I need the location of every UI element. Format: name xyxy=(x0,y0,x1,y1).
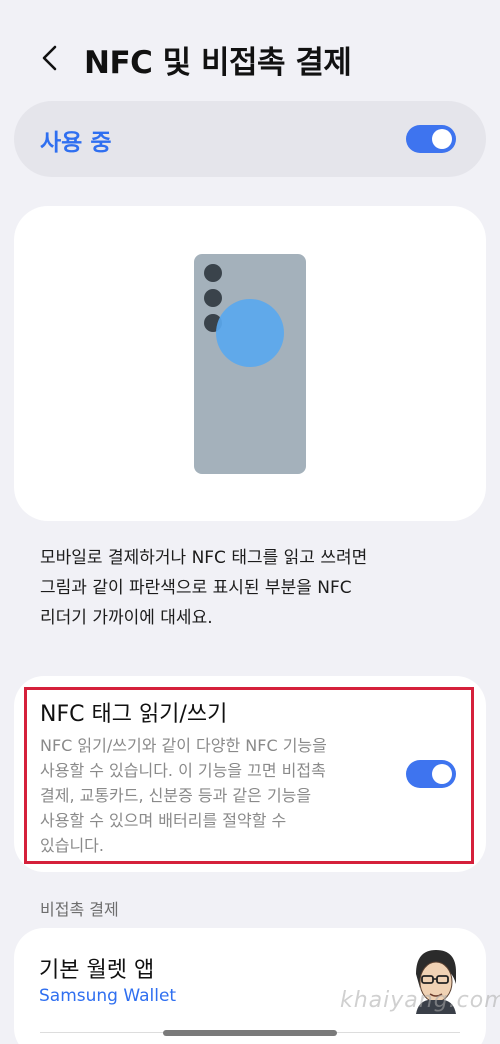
master-switch-card[interactable]: 사용 중 xyxy=(14,101,486,177)
phone-back-illustration xyxy=(194,254,306,474)
camera-lens-icon xyxy=(204,289,222,307)
default-wallet-card[interactable]: 기본 월렛 앱 Samsung Wallet khaiyang.com xyxy=(14,928,500,1044)
nfc-instructions: 모바일로 결제하거나 NFC 태그를 읽고 쓰려면 그림과 같이 파란색으로 표… xyxy=(40,548,368,628)
app-header: NFC 및 비접촉 결제 xyxy=(0,28,500,88)
section-header-contactless: 비접촉 결제 xyxy=(40,900,119,919)
watermark-text: khaiyang.com xyxy=(340,988,500,1013)
page-title: NFC 및 비접촉 결제 xyxy=(84,45,352,81)
camera-lens-icon xyxy=(204,264,222,282)
chevron-left-icon xyxy=(42,45,57,71)
nfc-tag-toggle[interactable] xyxy=(406,760,456,788)
toggle-knob xyxy=(432,129,452,149)
default-wallet-title: 기본 월렛 앱 xyxy=(39,958,155,983)
nfc-tag-description: NFC 읽기/쓰기와 같이 다양한 NFC 기능을 사용할 수 있습니다. 이 … xyxy=(40,736,327,855)
nfc-tag-setting-card[interactable]: NFC 태그 읽기/쓰기 NFC 읽기/쓰기와 같이 다양한 NFC 기능을 사… xyxy=(14,676,486,872)
nfc-tag-title: NFC 태그 읽기/쓰기 xyxy=(40,702,228,727)
master-switch-label: 사용 중 xyxy=(40,130,112,156)
default-wallet-value: Samsung Wallet xyxy=(39,986,177,1006)
nfc-area-marker xyxy=(216,299,284,367)
back-button[interactable] xyxy=(30,38,70,78)
gesture-nav-handle[interactable] xyxy=(163,1030,337,1036)
nfc-illustration-card xyxy=(14,206,486,521)
master-switch-toggle[interactable] xyxy=(406,125,456,153)
toggle-knob xyxy=(432,764,452,784)
